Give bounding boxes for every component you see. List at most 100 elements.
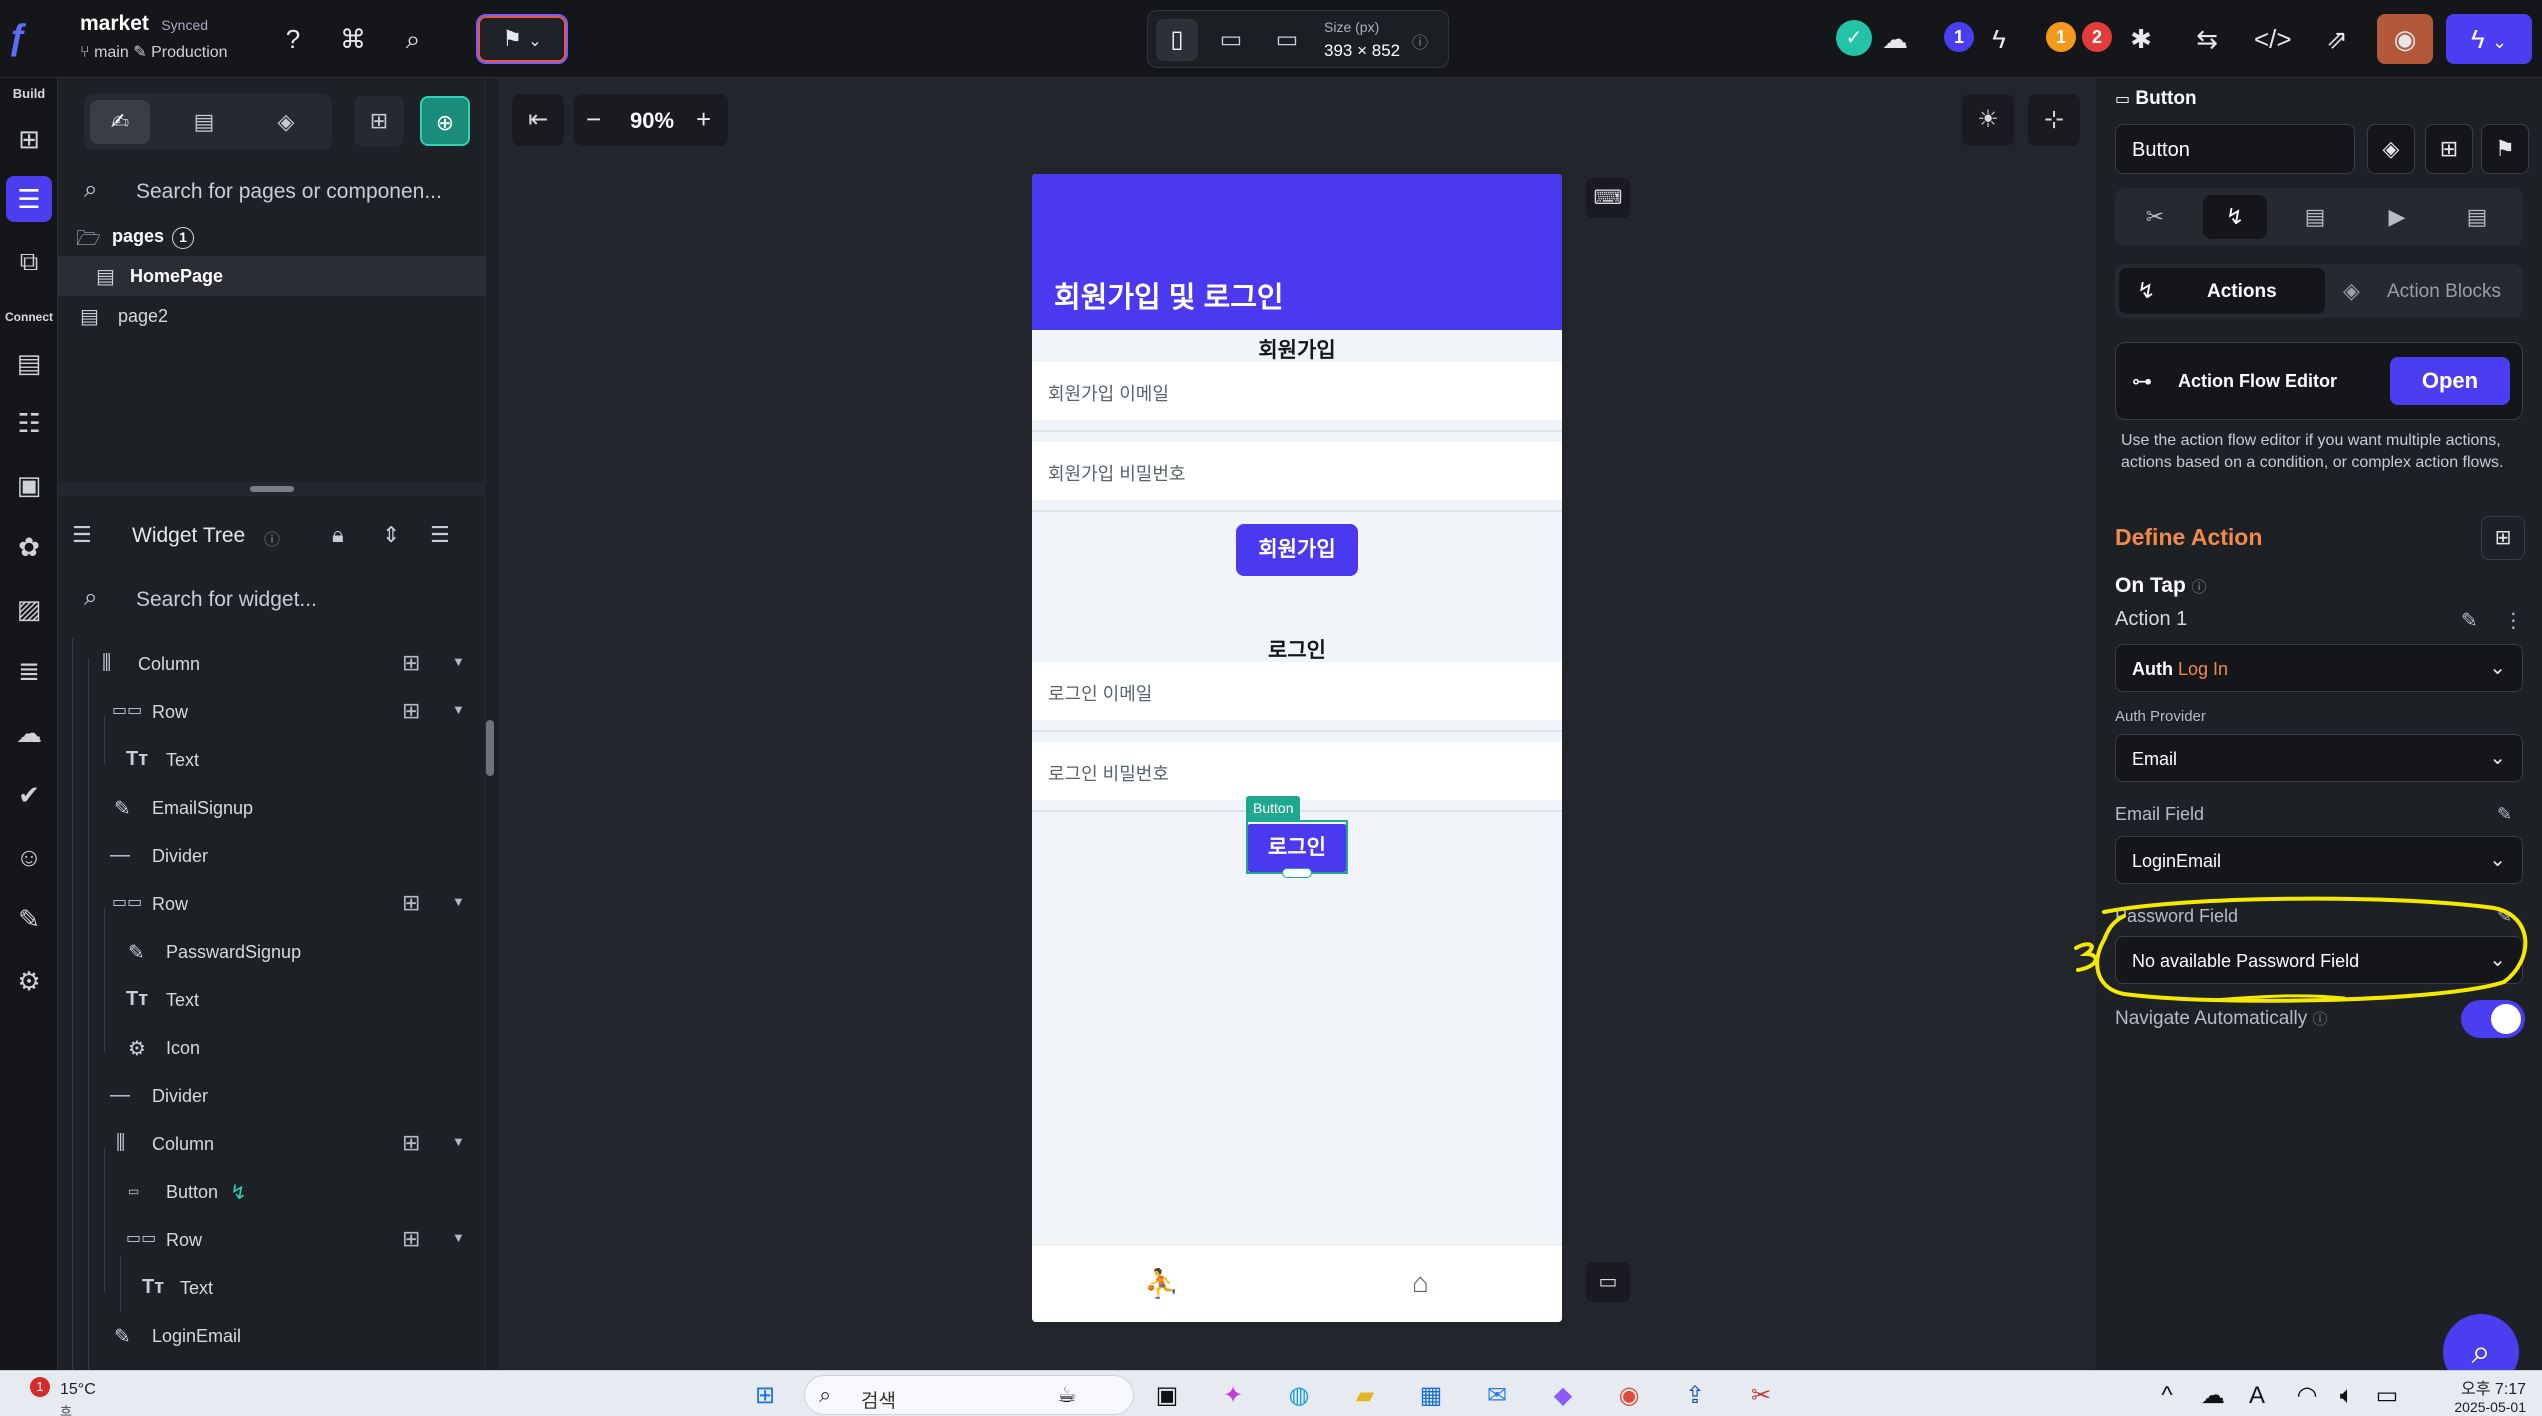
sort-icon[interactable]: ☰ [430, 522, 450, 548]
tree-node-text[interactable]: Tт Text [58, 736, 478, 784]
code-icon[interactable]: </> [2254, 22, 2292, 56]
tree-node-row[interactable]: ▭▭ Row ⊞ ▼ [58, 1216, 478, 1264]
edit-icon[interactable]: ✎ [2461, 610, 2478, 632]
widget-name-input[interactable]: Button [2115, 124, 2355, 174]
app-bar[interactable]: 회원가입 및 로그인 [1032, 174, 1562, 330]
login-email-field[interactable]: 로그인 이메일 [1032, 662, 1562, 720]
bug-icon[interactable]: ✱ [2124, 22, 2158, 56]
agent-badge[interactable]: 1 [1944, 22, 1974, 52]
lightning-icon[interactable]: ϟ [1982, 22, 2016, 56]
command-icon[interactable]: ⌘ [336, 22, 370, 56]
navigate-automatically-toggle[interactable] [2461, 1000, 2525, 1038]
caret-down-icon[interactable]: ▼ [452, 894, 465, 909]
widget-tree-icon[interactable]: ☰ [6, 176, 52, 222]
auth-provider-dropdown[interactable]: Email ⌄ [2115, 734, 2523, 782]
tray-chevron-up-icon[interactable]: ^ [2150, 1379, 2184, 1413]
tree-node-passwardsignup[interactable]: ✎ PasswardSignup [58, 928, 478, 976]
lock-icon[interactable]: 🔒︎ [332, 522, 344, 548]
battery-icon[interactable]: ▭ [2370, 1379, 2404, 1413]
actions-segment[interactable]: ↯ Actions [2119, 268, 2325, 314]
app-state-icon[interactable]: ☷ [6, 400, 52, 446]
add-child-icon[interactable]: ⊞ [402, 698, 420, 724]
flutterflow-logo-icon[interactable]: ƒ [8, 16, 48, 60]
volume-icon[interactable]: 🔈︎ [2330, 1379, 2364, 1413]
signup-button[interactable]: 회원가입 [1236, 524, 1358, 576]
tree-node-column[interactable]: ⫼ Column ⊞ ▼ [58, 640, 478, 688]
tree-node-loginemail[interactable]: ✎ LoginEmail [58, 1312, 478, 1360]
caret-down-icon[interactable]: ▼ [452, 702, 465, 717]
edge-browser-icon[interactable]: ◍ [1282, 1379, 1316, 1413]
page-item-page2[interactable]: ▤ page2 [58, 296, 486, 336]
add-widget-icon[interactable]: ⊞ [6, 116, 52, 162]
add-folder-button[interactable]: ⊞ [354, 96, 404, 146]
tests-icon[interactable]: ✔ [6, 772, 52, 818]
actions-tab-icon[interactable]: ↯ [2203, 195, 2267, 239]
comments-icon[interactable]: ☁ [1878, 22, 1912, 56]
pages-tab-icon[interactable]: ✍ [90, 100, 150, 144]
chrome-icon[interactable]: ◉ [1612, 1379, 1646, 1413]
caret-down-icon[interactable]: ▼ [452, 1230, 465, 1245]
page-search[interactable]: ⌕ Search for pages or componen... [70, 164, 474, 218]
add-child-icon[interactable]: ⊞ [402, 1130, 420, 1156]
database-icon[interactable]: ▤ [6, 340, 52, 386]
system-clock[interactable]: 오후 7:17 2025-05-01 [2436, 1375, 2526, 1415]
mail-icon[interactable]: ✉ [1480, 1379, 1514, 1413]
snipping-tool-icon[interactable]: ✂ [1744, 1379, 1778, 1413]
info-icon[interactable]: ⓘ [2192, 579, 2207, 596]
settings-gear-icon[interactable]: ⚙ [6, 958, 52, 1004]
tree-node-text[interactable]: Tт Text [58, 976, 478, 1024]
tree-node-emailsignup[interactable]: ✎ EmailSignup [58, 784, 478, 832]
light-mode-icon[interactable]: ☀ [1962, 94, 2014, 146]
custom-code-icon[interactable]: ≣ [6, 648, 52, 694]
pages-folder[interactable]: 🗁 pages 1 [58, 216, 486, 256]
widget-search[interactable]: ⌕ Search for widget... [70, 572, 474, 626]
tray-app-icon[interactable]: ☁ [2196, 1379, 2230, 1413]
more-vert-icon[interactable]: ⋮ [2503, 610, 2523, 632]
error-badge[interactable]: 2 [2082, 22, 2112, 52]
page-item-homepage[interactable]: ▤ HomePage [58, 256, 486, 296]
animation-tab-icon[interactable]: ▶ [2365, 195, 2429, 239]
external-link-icon[interactable]: ⇗ [2320, 22, 2354, 56]
add-child-icon[interactable]: ⊞ [402, 650, 420, 676]
warning-badge[interactable]: 1 [2046, 22, 2076, 52]
signup-email-field[interactable]: 회원가입 이메일 [1032, 362, 1562, 420]
keyboard-icon[interactable]: ⌨ [1586, 178, 1630, 218]
edit-icon[interactable]: ✎ [2497, 804, 2512, 825]
splitter-handle[interactable] [250, 486, 294, 492]
edit-icon[interactable]: ✎ [2497, 906, 2512, 927]
desktop-device-icon[interactable]: ▭ [1266, 19, 1308, 61]
widget-search-input[interactable]: Search for widget... [136, 588, 317, 612]
task-view-icon[interactable]: ▣ [1150, 1379, 1184, 1413]
agents-icon[interactable]: ☺ [6, 834, 52, 880]
components-icon[interactable]: ⧉ [6, 238, 52, 284]
info-icon[interactable]: ⓘ [264, 526, 280, 550]
integrations-icon[interactable]: ✿ [6, 524, 52, 570]
wifi-icon[interactable]: ◠ [2290, 1379, 2324, 1413]
zoom-in-icon[interactable]: + [696, 104, 711, 135]
add-action-icon[interactable]: ⊞ [2481, 516, 2525, 560]
caret-down-icon[interactable]: ▼ [452, 654, 465, 669]
branch-info[interactable]: ⑂ main ✎ Production [80, 42, 228, 62]
action-flow-icon[interactable]: ↯ [230, 1180, 247, 1205]
check-status-icon[interactable]: ✓ [1836, 20, 1872, 56]
signup-password-field[interactable]: 회원가입 비밀번호 [1032, 442, 1562, 500]
caret-down-icon[interactable]: ▼ [452, 1134, 465, 1149]
add-component-icon[interactable]: ⊞ [2425, 124, 2473, 174]
media-assets-icon[interactable]: ▨ [6, 586, 52, 632]
tree-node-divider[interactable]: — Divider [58, 832, 478, 880]
copilot-icon[interactable]: ✦ [1216, 1379, 1250, 1413]
login-password-field[interactable]: 로그인 비밀번호 [1032, 742, 1562, 800]
device-frame-icon[interactable]: ▭ [1586, 1262, 1630, 1302]
expand-collapse-icon[interactable]: ⇕ [382, 522, 400, 548]
nav-home-icon[interactable]: ⌂ [1412, 1267, 1429, 1299]
page-search-input[interactable]: Search for pages or componen... [136, 180, 442, 204]
project-info[interactable]: market Synced ⑂ main ✎ Production [80, 12, 228, 62]
theme-icon[interactable]: ✎ [6, 896, 52, 942]
action-type-dropdown[interactable]: Auth Log In ⌄ [2115, 644, 2523, 692]
cloud-functions-icon[interactable]: ☁ [6, 710, 52, 756]
zoom-out-icon[interactable]: − [586, 104, 601, 135]
diamond-icon[interactable]: ◈ [2367, 124, 2415, 174]
info-icon[interactable]: ⓘ [1412, 29, 1428, 53]
email-field-dropdown[interactable]: LoginEmail ⌄ [2115, 836, 2523, 884]
tree-node-text[interactable]: Tт Text [58, 1264, 478, 1312]
